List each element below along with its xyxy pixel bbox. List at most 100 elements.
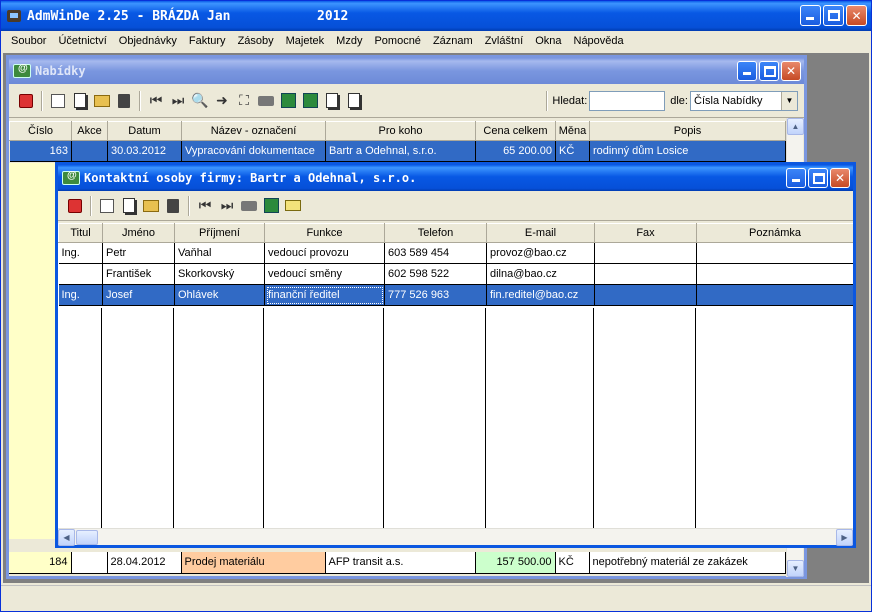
col-pro-koho[interactable]: Pro koho xyxy=(325,121,476,141)
app-icon[interactable] xyxy=(5,7,23,25)
nabidky-minimize-button[interactable] xyxy=(737,61,757,81)
kontakty-maximize-button[interactable] xyxy=(808,168,828,188)
menu-pomocne[interactable]: Pomocné xyxy=(368,35,426,47)
col-cislo[interactable]: Číslo xyxy=(9,121,72,141)
close-button[interactable]: ✕ xyxy=(846,5,867,26)
col-telefon[interactable]: Telefon xyxy=(384,223,487,243)
cell-pro-koho: Bartr a Odehnal, s.r.o. xyxy=(325,140,476,162)
menu-soubor[interactable]: Soubor xyxy=(5,35,52,47)
menu-zasoby[interactable]: Zásoby xyxy=(232,35,280,47)
first-record-button[interactable]: ⏮ xyxy=(194,195,216,217)
print-button[interactable] xyxy=(238,195,260,217)
menu-objednavky[interactable]: Objednávky xyxy=(113,35,183,47)
kontakty-title: Kontaktní osoby firmy: Bartr a Odehnal, … xyxy=(84,171,417,185)
exit-button[interactable] xyxy=(15,90,37,112)
scroll-right-button[interactable]: ▶ xyxy=(836,529,853,546)
magnifier-icon: 🔍 xyxy=(191,92,209,108)
main-titlebar[interactable]: AdmWinDe 2.25 - BRÁZDA Jan 2012 ✕ xyxy=(1,1,871,31)
find-button[interactable]: 🔍 xyxy=(189,90,211,112)
kontakty-minimize-button[interactable] xyxy=(786,168,806,188)
nabidky-maximize-button[interactable] xyxy=(759,61,779,81)
new-button[interactable] xyxy=(47,90,69,112)
last-record-button[interactable]: ⏭ xyxy=(216,195,238,217)
kontakty-titlebar[interactable]: Kontaktní osoby firmy: Bartr a Odehnal, … xyxy=(58,165,853,191)
col-jmeno[interactable]: Jméno xyxy=(102,223,175,243)
col-fax[interactable]: Fax xyxy=(594,223,697,243)
cell-datum: 30.03.2012 xyxy=(107,140,182,162)
toolbar-separator xyxy=(139,90,141,111)
email-button[interactable] xyxy=(282,195,304,217)
kontakty-close-button[interactable]: ✕ xyxy=(830,168,850,188)
col-prijmeni[interactable]: Příjmení xyxy=(174,223,265,243)
menu-zvlastni[interactable]: Zvláštní xyxy=(479,35,530,47)
col-funkce[interactable]: Funkce xyxy=(264,223,385,243)
table-row[interactable]: 184 28.04.2012 Prodej materiálu AFP tran… xyxy=(9,552,786,574)
col-email[interactable]: E-mail xyxy=(486,223,595,243)
list-button[interactable] xyxy=(343,90,365,112)
export-button[interactable] xyxy=(260,195,282,217)
cell-poznamka xyxy=(696,284,853,306)
refresh-icon xyxy=(302,93,318,108)
list-icon xyxy=(348,93,360,108)
select-button[interactable]: ⛶ xyxy=(233,90,255,112)
chevron-down-icon[interactable]: ▼ xyxy=(781,91,797,110)
table-row[interactable]: Ing. Petr Vaňhal vedoucí provozu 603 589… xyxy=(58,242,853,264)
col-akce[interactable]: Akce xyxy=(71,121,108,141)
toolbar-separator xyxy=(41,90,43,111)
col-datum[interactable]: Datum xyxy=(107,121,182,141)
kontakty-header-row: Titul Jméno Příjmení Funkce Telefon E-ma… xyxy=(58,223,853,243)
cell-funkce[interactable]: finanční ředitel xyxy=(264,284,385,306)
toolbar-separator xyxy=(90,195,92,216)
col-popis[interactable]: Popis xyxy=(589,121,786,141)
col-mena[interactable]: Měna xyxy=(555,121,590,141)
menu-okna[interactable]: Okna xyxy=(529,35,567,47)
kontakty-horizontal-scrollbar[interactable]: ◀ ▶ xyxy=(58,528,853,546)
copy-button[interactable] xyxy=(118,195,140,217)
col-cena[interactable]: Cena celkem xyxy=(475,121,556,141)
menu-ucetnictvi[interactable]: Účetnictví xyxy=(52,35,112,47)
delete-button[interactable] xyxy=(113,90,135,112)
maximize-button[interactable] xyxy=(823,5,844,26)
table-row[interactable]: František Skorkovský vedoucí směny 602 5… xyxy=(58,263,853,285)
col-poznamka[interactable]: Poznámka xyxy=(696,223,853,243)
copy-icon xyxy=(74,93,86,108)
menu-mzdy[interactable]: Mzdy xyxy=(330,35,368,47)
search-by-select[interactable]: Čísla Nabídky ▼ xyxy=(690,90,798,111)
menu-napoveda[interactable]: Nápověda xyxy=(568,35,630,47)
goto-button[interactable]: ➜ xyxy=(211,90,233,112)
delete-button[interactable] xyxy=(162,195,184,217)
search-input[interactable] xyxy=(589,90,666,111)
menu-majetek[interactable]: Majetek xyxy=(280,35,331,47)
search-label: Hledat: xyxy=(552,94,588,107)
col-nazev[interactable]: Název - označení xyxy=(181,121,326,141)
export-button[interactable] xyxy=(277,90,299,112)
cell-telefon: 602 598 522 xyxy=(384,263,487,285)
cell-titul xyxy=(58,263,103,285)
menu-zaznam[interactable]: Záznam xyxy=(427,35,479,47)
nabidky-titlebar[interactable]: Nabídky ✕ xyxy=(9,58,804,84)
cell-jmeno: Josef xyxy=(102,284,175,306)
table-row-selected[interactable]: Ing. Josef Ohlávek finanční ředitel 777 … xyxy=(58,284,853,306)
scroll-down-button[interactable]: ▼ xyxy=(787,560,804,577)
refresh-button[interactable] xyxy=(299,90,321,112)
minimize-button[interactable] xyxy=(800,5,821,26)
scroll-thumb[interactable] xyxy=(76,530,98,545)
open-button[interactable] xyxy=(140,195,162,217)
print-button[interactable] xyxy=(255,90,277,112)
chevron-up-icon: ▲ xyxy=(791,122,800,131)
col-titul[interactable]: Titul xyxy=(58,223,103,243)
scroll-left-button[interactable]: ◀ xyxy=(58,529,75,546)
cell-email: fin.reditel@bao.cz xyxy=(486,284,595,306)
menu-faktury[interactable]: Faktury xyxy=(183,35,232,47)
open-button[interactable] xyxy=(91,90,113,112)
exit-button[interactable] xyxy=(64,195,86,217)
table-row[interactable]: 163 30.03.2012 Vypracování dokumentace B… xyxy=(9,140,786,162)
first-record-button[interactable]: ⏮ xyxy=(145,90,167,112)
detail-button[interactable] xyxy=(321,90,343,112)
cell-poznamka xyxy=(696,242,853,264)
scroll-up-button[interactable]: ▲ xyxy=(787,118,804,135)
last-record-button[interactable]: ⏭ xyxy=(167,90,189,112)
new-button[interactable] xyxy=(96,195,118,217)
copy-button[interactable] xyxy=(69,90,91,112)
nabidky-close-button[interactable]: ✕ xyxy=(781,61,801,81)
